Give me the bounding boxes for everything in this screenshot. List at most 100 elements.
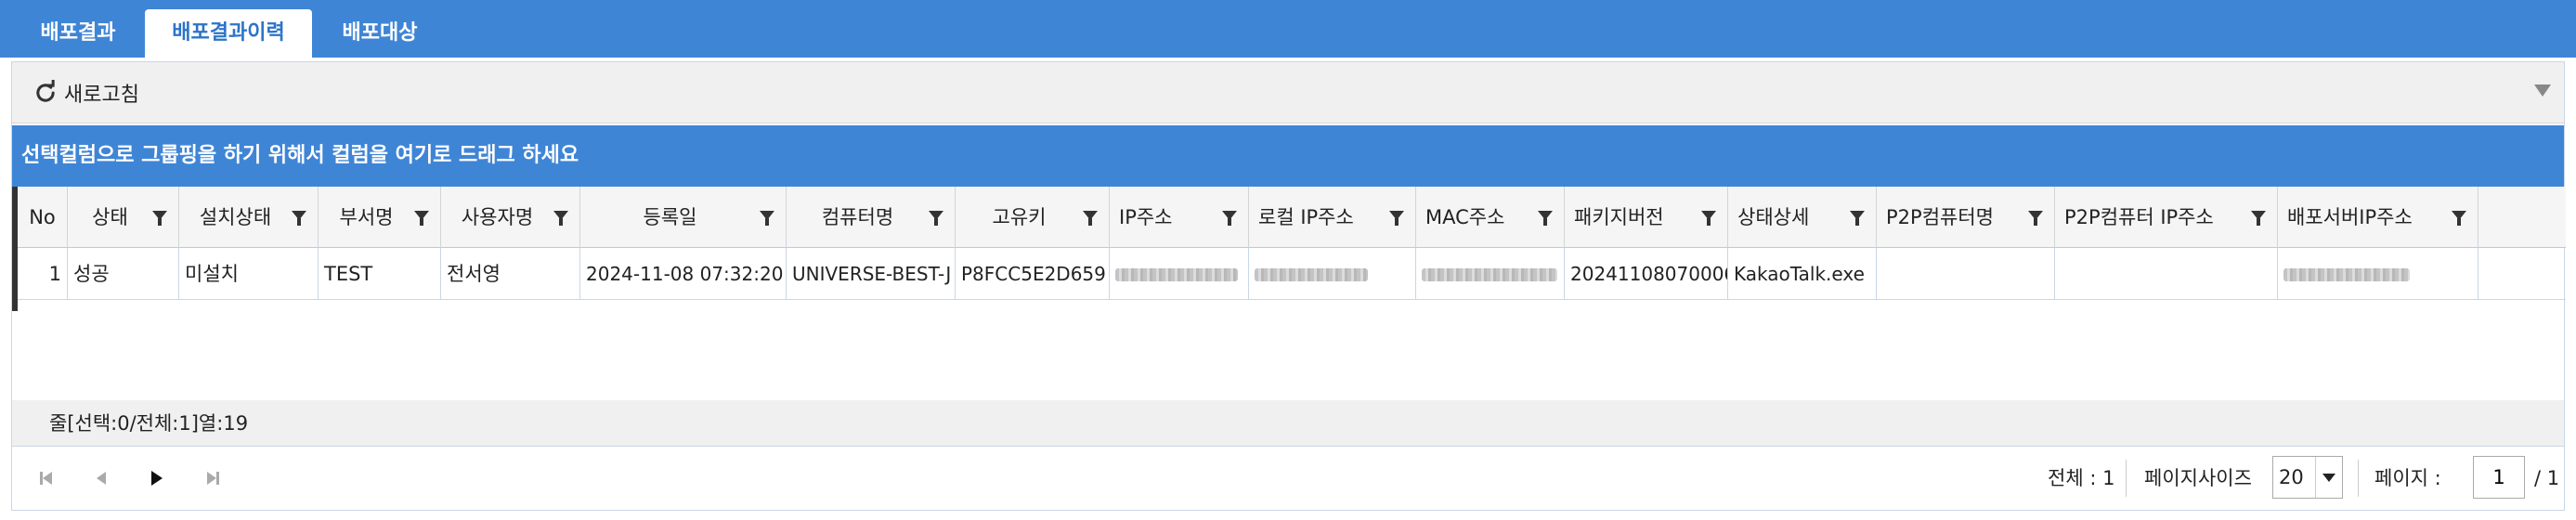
header-label: No: [29, 206, 56, 228]
header-label: 배포서버IP주소: [2287, 206, 2413, 228]
header-label: 상태상세: [1737, 206, 1810, 228]
header-label: 컴퓨터명: [821, 206, 894, 228]
grid-status-line: 줄[선택:0/전체:1]열:19: [12, 400, 2564, 447]
refresh-icon: [36, 80, 55, 102]
tab-deploy-result[interactable]: 배포결과: [17, 9, 139, 58]
header-label: 등록일: [643, 206, 697, 228]
page-size-dropdown[interactable]: [2315, 457, 2342, 498]
tab-deploy-target[interactable]: 배포대상: [319, 9, 440, 58]
page-number-input[interactable]: [2473, 456, 2525, 499]
group-drop-zone[interactable]: 선택컬럼으로 그룹핑을 하기 위해서 컬럼을 여기로 드래그 하세요: [12, 125, 2564, 187]
tab-bar: 배포결과 배포결과이력 배포대상: [0, 0, 2576, 58]
filter-icon[interactable]: [929, 211, 943, 226]
data-grid: No 상태 설치상태 부서명 사용자명 등록일 컴퓨터명 고유키 IP주소 로컬…: [12, 187, 2566, 363]
last-page-button[interactable]: [202, 467, 224, 489]
header-dept[interactable]: 부서명: [319, 187, 441, 248]
header-filler: [2478, 187, 2566, 248]
table-cell-dept[interactable]: TEST: [319, 248, 441, 300]
filter-icon[interactable]: [414, 211, 429, 226]
filter-icon[interactable]: [1701, 211, 1716, 226]
header-label: 패키지버전: [1574, 206, 1664, 228]
header-local-ip[interactable]: 로컬 IP주소: [1249, 187, 1416, 248]
page-size-value: 20: [2279, 466, 2304, 488]
table-cell-registered[interactable]: 2024-11-08 07:32:20: [580, 248, 787, 300]
table-cell-server-ip[interactable]: [2278, 248, 2478, 300]
redacted-mac: [1422, 268, 1557, 281]
toolbar: 새로고침: [12, 62, 2564, 124]
first-page-button[interactable]: [34, 467, 57, 489]
header-computer[interactable]: 컴퓨터명: [787, 187, 956, 248]
filter-icon[interactable]: [1538, 211, 1553, 226]
filter-icon[interactable]: [1850, 211, 1865, 226]
prev-page-icon: [97, 472, 106, 485]
filter-icon[interactable]: [1222, 211, 1237, 226]
refresh-button[interactable]: 새로고침: [33, 75, 139, 110]
header-package-version[interactable]: 패키지버전: [1565, 187, 1728, 248]
header-status[interactable]: 상태: [68, 187, 179, 248]
header-label: 설치상태: [199, 206, 272, 228]
table-cell-install-status[interactable]: 미설치: [179, 248, 319, 300]
table-cell-status[interactable]: 성공: [68, 248, 179, 300]
table-cell-status-detail[interactable]: KakaoTalk.exe: [1728, 248, 1877, 300]
next-page-button[interactable]: [146, 467, 168, 489]
filter-icon[interactable]: [1083, 211, 1098, 226]
header-p2p-name[interactable]: P2P컴퓨터명: [1877, 187, 2055, 248]
table-cell-ip[interactable]: [1110, 248, 1249, 300]
table-cell-local-ip[interactable]: [1249, 248, 1416, 300]
header-p2p-ip[interactable]: P2P컴퓨터 IP주소: [2055, 187, 2278, 248]
page-size-select[interactable]: 20: [2272, 456, 2343, 499]
last-page-icon: [215, 472, 219, 485]
divider: [2358, 460, 2359, 497]
header-label: 로컬 IP주소: [1258, 206, 1354, 228]
divider: [2126, 460, 2127, 497]
table-cell-p2p-name[interactable]: [1877, 248, 2055, 300]
first-page-arrow: [42, 472, 52, 485]
header-label: P2P컴퓨터 IP주소: [2064, 206, 2214, 228]
redacted-local-ip: [1255, 268, 1368, 281]
header-user[interactable]: 사용자명: [441, 187, 580, 248]
next-page-icon: [151, 471, 163, 486]
header-label: P2P컴퓨터명: [1886, 206, 1994, 228]
filter-icon[interactable]: [2251, 211, 2266, 226]
header-ip[interactable]: IP주소: [1110, 187, 1249, 248]
table-cell-package-version[interactable]: 20241108070006: [1565, 248, 1728, 300]
filter-icon[interactable]: [292, 211, 306, 226]
table-cell-no[interactable]: 1: [18, 248, 68, 300]
prev-page-button[interactable]: [90, 467, 112, 489]
page-label: 페이지 :: [2374, 467, 2441, 489]
table-cell-user[interactable]: 전서영: [441, 248, 580, 300]
header-status-detail[interactable]: 상태상세: [1728, 187, 1877, 248]
header-label: 부서명: [339, 206, 394, 228]
header-server-ip[interactable]: 배포서버IP주소: [2278, 187, 2478, 248]
header-label: MAC주소: [1425, 206, 1505, 228]
redacted-server-ip: [2283, 268, 2410, 281]
chevron-down-icon: [2322, 473, 2335, 482]
pager: 전체 : 1 페이지사이즈 20 페이지 : / 1: [12, 447, 2564, 510]
tab-deploy-result-history[interactable]: 배포결과이력: [145, 9, 312, 58]
table-cell-filler: [2478, 248, 2566, 300]
redacted-ip: [1115, 268, 1238, 281]
table-cell-unique-key[interactable]: P8FCC5E2D659: [956, 248, 1110, 300]
filter-icon[interactable]: [2028, 211, 2043, 226]
header-install-status[interactable]: 설치상태: [179, 187, 319, 248]
page-total: / 1: [2534, 467, 2560, 489]
filter-icon[interactable]: [1389, 211, 1404, 226]
history-panel: 새로고침 선택컬럼으로 그룹핑을 하기 위해서 컬럼을 여기로 드래그 하세요 …: [11, 61, 2566, 511]
filter-icon[interactable]: [760, 211, 774, 226]
header-unique-key[interactable]: 고유키: [956, 187, 1110, 248]
header-registered[interactable]: 등록일: [580, 187, 787, 248]
header-no[interactable]: No: [18, 187, 68, 248]
header-label: 고유키: [992, 206, 1047, 228]
header-label: 상태: [92, 206, 128, 228]
filter-icon[interactable]: [553, 211, 568, 226]
last-page-arrow: [206, 472, 216, 485]
header-label: 사용자명: [461, 206, 534, 228]
filter-icon[interactable]: [152, 211, 167, 226]
table-cell-p2p-ip[interactable]: [2055, 248, 2278, 300]
filter-icon[interactable]: [2452, 211, 2466, 226]
table-cell-computer[interactable]: UNIVERSE-BEST-J: [787, 248, 956, 300]
header-mac[interactable]: MAC주소: [1416, 187, 1565, 248]
total-count: 전체 : 1: [2048, 467, 2115, 489]
collapse-icon[interactable]: [2534, 84, 2551, 97]
table-cell-mac[interactable]: [1416, 248, 1565, 300]
